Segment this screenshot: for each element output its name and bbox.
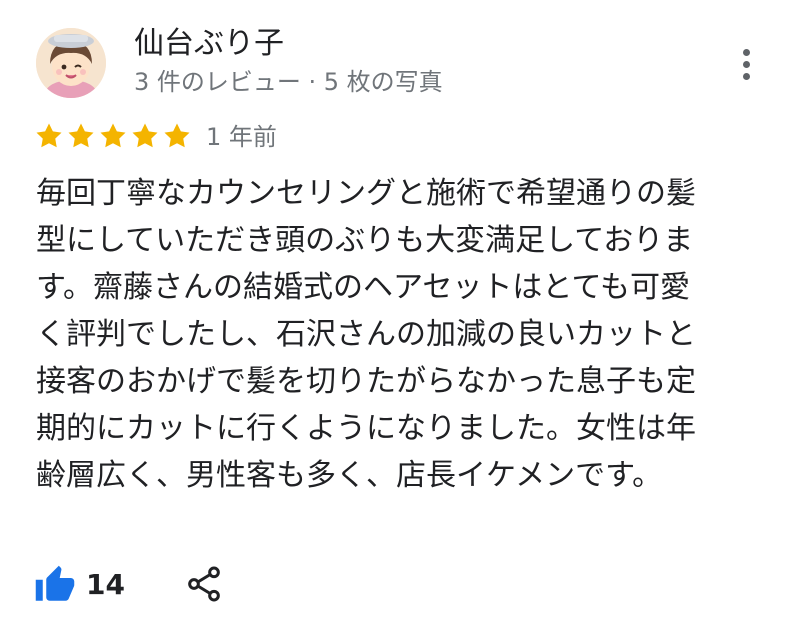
review-date: 1 年前 bbox=[206, 123, 277, 151]
more-vert-icon-dot bbox=[742, 72, 750, 80]
avatar-illustration bbox=[36, 28, 106, 98]
review-card: 仙台ぶり子 3 件のレビュー · 5 枚の写真 1 年前 毎回丁寧なカウンセリン… bbox=[0, 0, 800, 636]
star-icon bbox=[100, 123, 126, 148]
star-icon bbox=[132, 123, 158, 148]
reviewer-name[interactable]: 仙台ぶり子 bbox=[134, 24, 284, 64]
share-button[interactable] bbox=[184, 564, 224, 604]
more-vert-icon bbox=[742, 48, 750, 56]
reviewer-avatar[interactable] bbox=[36, 28, 106, 98]
more-vert-icon-dot bbox=[742, 60, 750, 68]
thumbs-up-icon bbox=[35, 565, 75, 601]
more-options-button[interactable] bbox=[728, 44, 764, 84]
star-icon bbox=[164, 123, 190, 148]
share-icon bbox=[188, 566, 220, 602]
star-icon bbox=[36, 123, 62, 148]
like-count: 14 bbox=[86, 568, 125, 601]
star-rating bbox=[34, 118, 192, 154]
star-icon bbox=[68, 123, 94, 148]
like-button[interactable]: 14 bbox=[34, 562, 125, 608]
review-text: 毎回丁寧なカウンセリングと施術で希望通りの髪型にしていただき頭のぶりも大変満足し… bbox=[36, 176, 696, 493]
reviewer-meta: 3 件のレビュー · 5 枚の写真 bbox=[134, 68, 443, 96]
